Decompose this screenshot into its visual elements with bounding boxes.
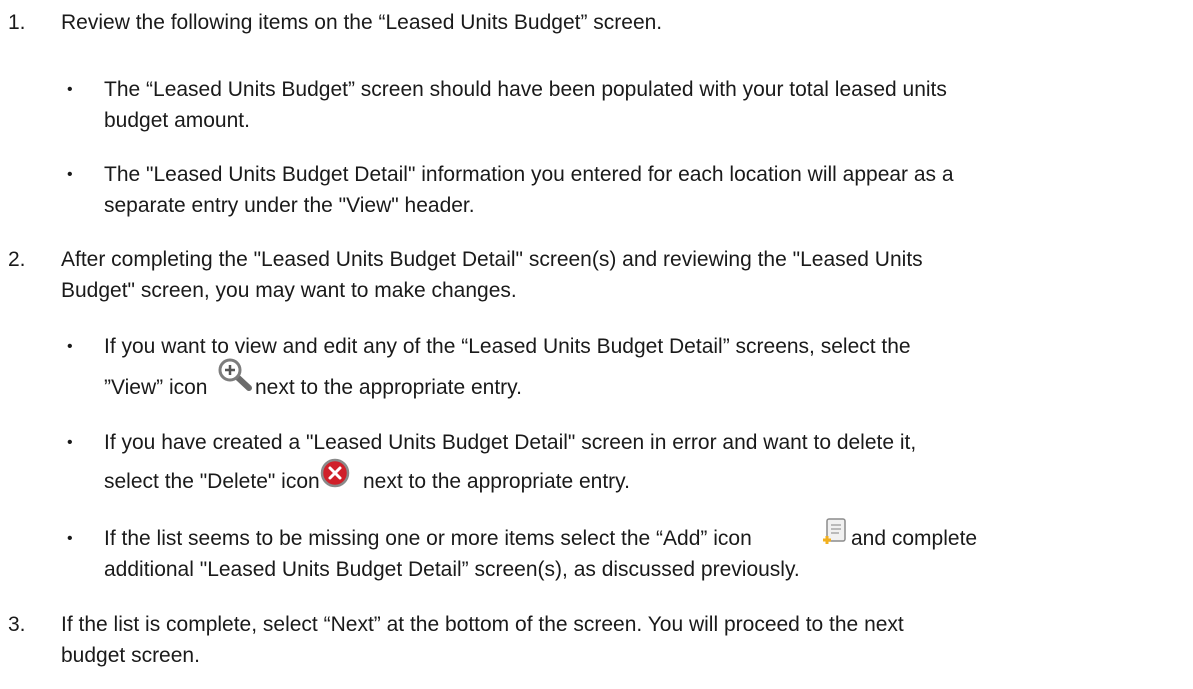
bullet-glyph: •: [67, 166, 73, 183]
step-1-number: 1.: [8, 11, 26, 34]
step-2-bullet-3-line-1-after: and complete: [851, 527, 978, 550]
view-magnifier-icon: [217, 357, 255, 402]
bullet-glyph: •: [67, 81, 73, 98]
step-3-line-1: If the list is complete, select “Next” a…: [61, 613, 904, 636]
step-2-bullet-1-line-2-before: ”View” icon: [104, 376, 208, 399]
step-2-bullet-1-line-2-after: next to the appropriate entry.: [255, 376, 522, 399]
delete-icon: [320, 458, 350, 497]
step-2-bullet-3-line-1-before: If the list seems to be missing one or m…: [104, 527, 752, 550]
step-2-bullet-2-line-2-before: select the "Delete" icon: [104, 470, 320, 493]
bullet-glyph: •: [67, 338, 73, 355]
bullet-glyph: •: [67, 434, 73, 451]
step-1-bullet-1-line-1: The “Leased Units Budget” screen should …: [104, 78, 947, 101]
step-2-bullet-2-line-1: If you have created a "Leased Units Budg…: [104, 431, 917, 454]
step-2-bullet-3-line-2: additional "Leased Units Budget Detail” …: [104, 558, 800, 581]
bullet-glyph: •: [67, 530, 73, 547]
step-2-number: 2.: [8, 248, 26, 271]
step-1-bullet-2-line-1: The "Leased Units Budget Detail" informa…: [104, 163, 954, 186]
step-2-line-2: Budget" screen, you may want to make cha…: [61, 279, 517, 302]
step-3-number: 3.: [8, 613, 26, 636]
step-2-bullet-2-line-2-after: next to the appropriate entry.: [363, 470, 630, 493]
step-1-text: Review the following items on the “Lease…: [61, 11, 663, 34]
step-1-bullet-1-line-2: budget amount.: [104, 109, 250, 132]
add-document-icon: [820, 516, 850, 555]
step-3-line-2: budget screen.: [61, 644, 200, 667]
instruction-document: 1. Review the following items on the “Le…: [0, 0, 1193, 689]
step-1-bullet-2-line-2: separate entry under the "View" header.: [104, 194, 475, 217]
step-2-line-1: After completing the "Leased Units Budge…: [61, 248, 923, 271]
